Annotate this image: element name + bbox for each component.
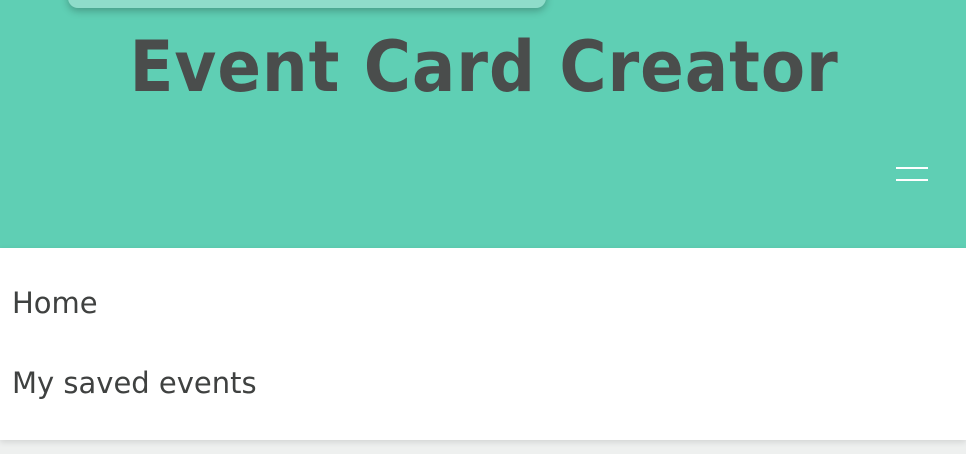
hamburger-menu-icon-bar <box>896 179 928 181</box>
nav-item-home[interactable]: Home <box>12 286 98 320</box>
nav-item-my-saved-events[interactable]: My saved events <box>12 366 257 400</box>
site-title: Event Card Creator <box>129 26 839 108</box>
hamburger-menu-icon <box>896 167 928 169</box>
floating-dropdown-panel <box>68 0 546 8</box>
site-header: Event Card Creator <box>0 0 966 248</box>
nav-menu: Home My saved events <box>0 248 966 440</box>
menu-toggle-button[interactable] <box>890 160 934 188</box>
